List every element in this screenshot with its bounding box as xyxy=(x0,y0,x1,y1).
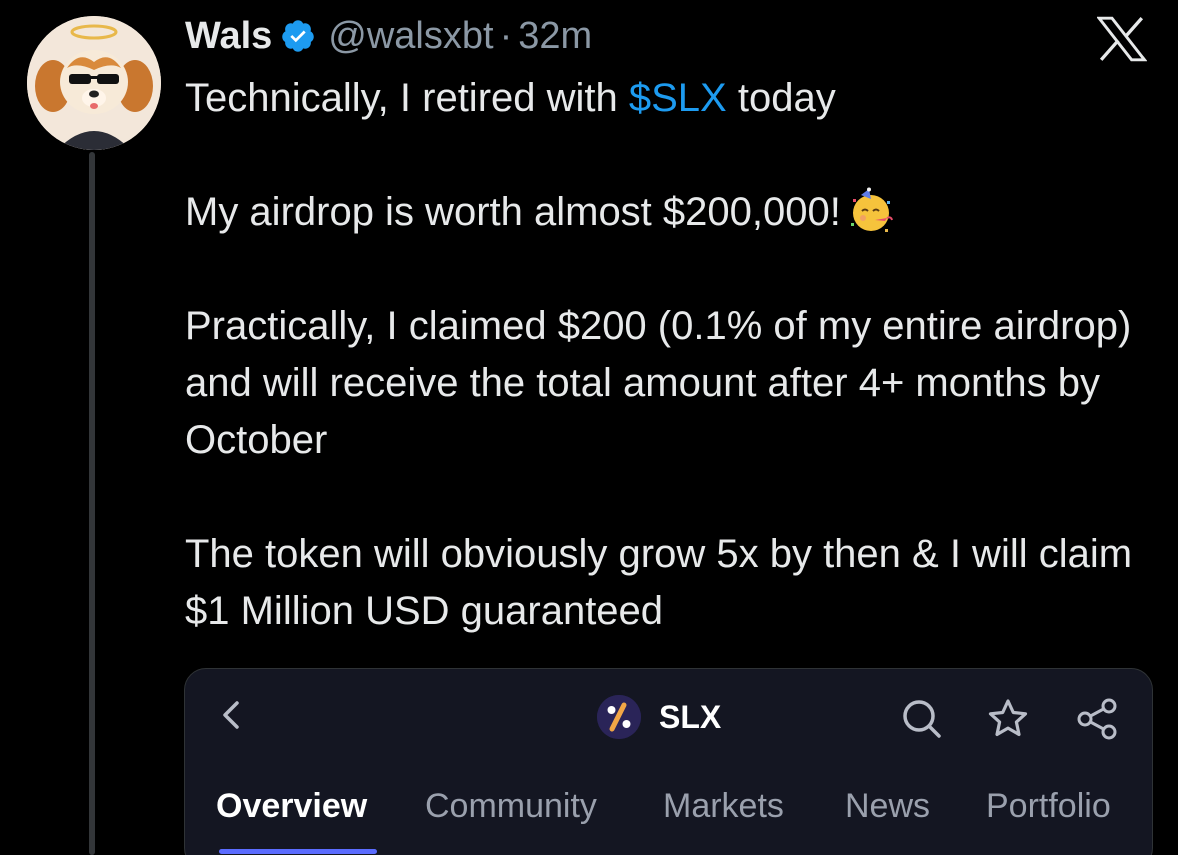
tweet-screenshot: Wals @walsxbt · 32m Technically, I retir… xyxy=(0,0,1178,855)
tweet-body: Technically, I retired with $SLX today M… xyxy=(185,70,1155,640)
separator-dot: · xyxy=(499,14,513,57)
tweet-line-1: Technically, I retired with $SLX today xyxy=(185,70,1155,127)
thread-line xyxy=(89,152,95,855)
display-name[interactable]: Wals xyxy=(185,15,272,58)
slx-token-logo-icon xyxy=(597,695,641,739)
tweet-line-1-prefix: Technically, I retired with xyxy=(185,76,629,120)
token-header: SLX xyxy=(597,694,721,740)
cartoon-dog-avatar-icon xyxy=(27,16,161,150)
tweet-paragraph-4: The token will obviously grow 5x by then… xyxy=(185,532,1133,633)
tweet-paragraph-3: Practically, I claimed $200 (0.1% of my … xyxy=(185,304,1132,462)
tweet-paragraph-2: My airdrop is worth almost $200,000! xyxy=(185,184,1155,241)
avatar[interactable] xyxy=(27,16,161,150)
embedded-media-card[interactable]: SLX Overview Community Markets News Port… xyxy=(184,668,1153,855)
token-name: SLX xyxy=(659,698,722,735)
tab-portfolio[interactable]: Portfolio xyxy=(986,787,1111,826)
tab-community[interactable]: Community xyxy=(425,787,597,826)
handle[interactable]: @walsxbt xyxy=(328,15,493,58)
tweet-header: Wals @walsxbt · 32m xyxy=(185,12,592,60)
tab-markets[interactable]: Markets xyxy=(663,787,784,826)
share-icon[interactable] xyxy=(1075,697,1119,741)
active-tab-indicator xyxy=(219,849,377,854)
partying-face-emoji-icon xyxy=(847,187,895,235)
tweet-paragraph-2-text: My airdrop is worth almost $200,000! xyxy=(185,190,841,234)
tab-bar: Overview Community Markets News Portfoli… xyxy=(185,787,1152,847)
tweet-line-1-suffix: today xyxy=(726,76,836,120)
tab-news[interactable]: News xyxy=(845,787,930,826)
star-icon[interactable] xyxy=(986,697,1030,741)
cashtag-link[interactable]: $SLX xyxy=(629,76,727,120)
tab-overview[interactable]: Overview xyxy=(216,787,367,826)
timestamp[interactable]: 32m xyxy=(518,15,592,58)
verified-badge-icon xyxy=(280,18,316,54)
x-logo-icon[interactable] xyxy=(1097,16,1147,62)
search-icon[interactable] xyxy=(900,697,944,741)
chevron-left-icon[interactable] xyxy=(215,697,247,733)
